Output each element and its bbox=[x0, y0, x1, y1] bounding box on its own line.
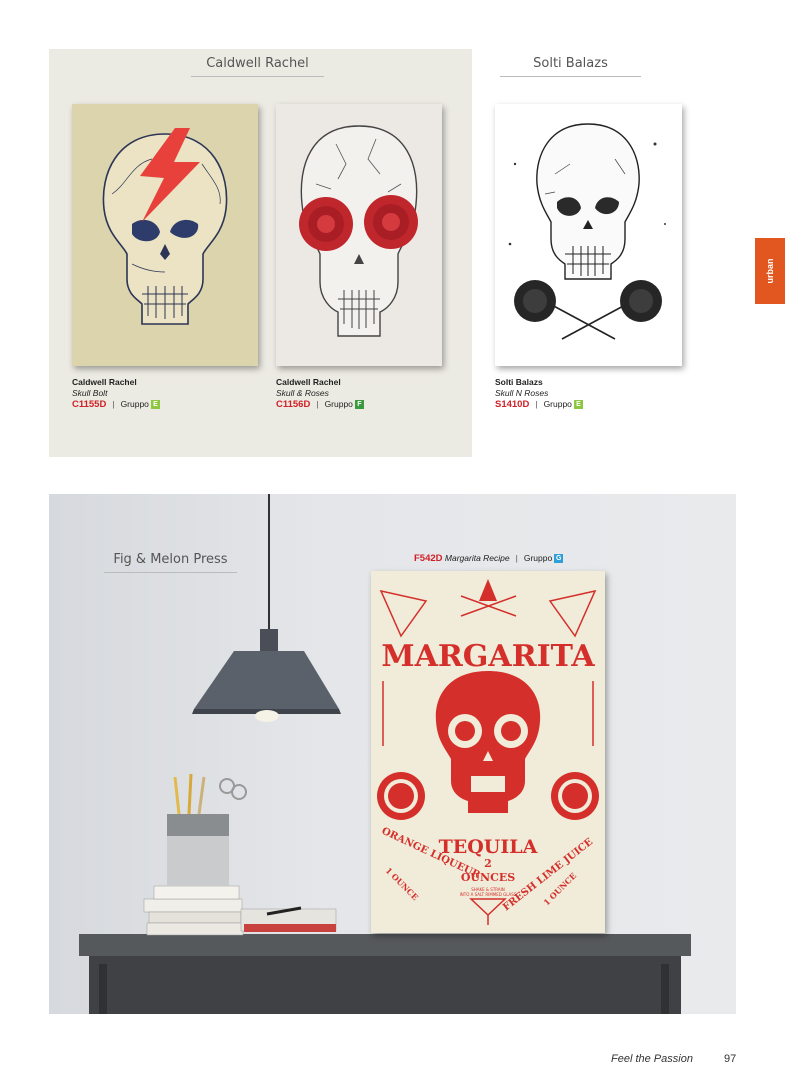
group-label: Gruppo bbox=[523, 553, 553, 563]
group-badge: E bbox=[150, 400, 160, 409]
group-label: Gruppo bbox=[543, 399, 572, 409]
artwork-skull-n-roses[interactable] bbox=[495, 104, 682, 366]
skull-bolt-illustration bbox=[102, 128, 228, 325]
artist-header-fig-melon: Fig & Melon Press bbox=[104, 552, 237, 573]
product-caption-3: Solti Balazs Skull N Roses S1410D | Gruppo… bbox=[495, 377, 583, 410]
product-artist: Caldwell Rachel bbox=[276, 377, 341, 387]
group-badge: F bbox=[354, 400, 364, 409]
footer-tagline: Feel the Passion bbox=[611, 1053, 693, 1065]
section-tab-label: urban bbox=[765, 258, 775, 284]
product-caption-2: Caldwell Rachel Skull & Roses C1156D | Gru… bbox=[276, 377, 364, 410]
feature-photo-scene: Fig & Melon Press F542D Margarita Recipe… bbox=[49, 494, 736, 1014]
product-artist: Solti Balazs bbox=[495, 377, 543, 387]
product-code: C1156D bbox=[276, 399, 311, 410]
artwork-skull-roses[interactable] bbox=[276, 104, 442, 366]
artist-header-caldwell: Caldwell Rachel bbox=[191, 56, 324, 77]
product-code: C1155D bbox=[72, 399, 107, 410]
section-tab-urban[interactable]: urban bbox=[755, 238, 785, 304]
skull-n-roses-illustration bbox=[508, 123, 666, 340]
artwork-margarita-recipe[interactable]: MARGARITA TEQUILA 2 OUNCES SHAKE & STRAI… bbox=[371, 571, 605, 933]
product-title: Skull N Roses bbox=[495, 388, 549, 398]
product-title: Skull Bolt bbox=[72, 388, 108, 398]
product-artist: Caldwell Rachel bbox=[72, 377, 137, 387]
group-label: Gruppo bbox=[120, 399, 149, 409]
skull-roses-illustration bbox=[299, 125, 418, 337]
group-label: Gruppo bbox=[324, 399, 353, 409]
artwork-skull-bolt[interactable] bbox=[72, 104, 258, 366]
product-caption-1: Caldwell Rachel Skull Bolt C1155D | Gruppo… bbox=[72, 377, 160, 410]
feature-title: Margarita Recipe bbox=[444, 553, 510, 563]
feature-code: F542D bbox=[414, 553, 443, 564]
product-code: S1410D bbox=[495, 399, 530, 410]
group-badge: G bbox=[554, 554, 564, 563]
poster-headline: MARGARITA bbox=[381, 639, 595, 674]
feature-caption: F542D Margarita Recipe | Gruppo G bbox=[414, 553, 564, 564]
group-badge: E bbox=[573, 400, 583, 409]
poster-amount: 2 bbox=[484, 857, 492, 870]
poster-small-text-2: INTO A SALT RIMMED GLASS bbox=[460, 892, 517, 897]
poster-tequila: TEQUILA bbox=[439, 836, 538, 858]
artist-header-solti: Solti Balazs bbox=[500, 56, 641, 77]
page-number: 97 bbox=[724, 1053, 737, 1065]
margarita-poster-illustration: MARGARITA TEQUILA 2 OUNCES SHAKE & STRAI… bbox=[377, 579, 599, 925]
poster-left-ounce: 1 OUNCE bbox=[384, 865, 421, 902]
product-title: Skull & Roses bbox=[276, 388, 329, 398]
